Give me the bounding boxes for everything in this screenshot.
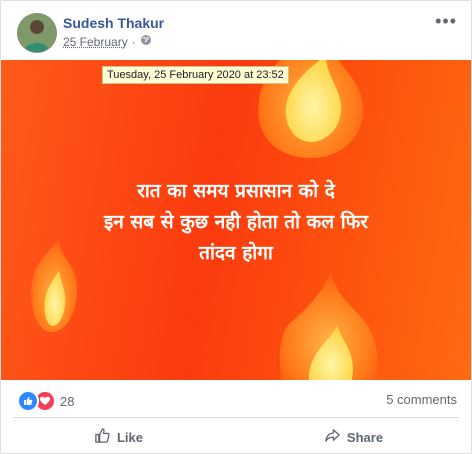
globe-icon (140, 34, 152, 49)
date-tooltip: Tuesday, 25 February 2020 at 23:52 (102, 66, 289, 84)
avatar[interactable] (17, 13, 57, 53)
action-bar: Like Share (1, 421, 471, 453)
more-dots-icon[interactable]: ••• (435, 11, 457, 32)
post-image[interactable]: रात का समय प्रसासान को दे इन सब से कुछ न… (1, 60, 471, 380)
reaction-count[interactable]: 28 (60, 394, 74, 409)
like-reaction-icon (17, 390, 39, 412)
thumbs-up-icon (94, 427, 111, 447)
post-meta: 25 February · (63, 34, 152, 49)
like-button[interactable]: Like (1, 421, 236, 453)
author-name[interactable]: Sudesh Thakur (63, 15, 164, 31)
comments-count[interactable]: 5 comments (386, 392, 457, 407)
post-text-line-2: इन सब से कुछ नही होता तो कल फिर (103, 211, 369, 233)
share-label: Share (346, 429, 384, 445)
post-text-line-3: तांदव होगा (199, 242, 273, 264)
date-separator: · (131, 34, 136, 49)
flame-bottom-right (279, 272, 378, 380)
post-header: Sudesh Thakur 25 February · ••• (1, 1, 471, 59)
post-date[interactable]: 25 February (63, 35, 128, 49)
post-card: Sudesh Thakur 25 February · ••• Tuesday,… (0, 0, 472, 454)
post-text-line-1: रात का समय प्रसासान को दे (137, 180, 335, 202)
reaction-summary[interactable]: 28 (17, 390, 74, 412)
share-arrow-icon (324, 427, 341, 447)
like-label: Like (116, 429, 143, 445)
divider (13, 417, 459, 418)
share-button[interactable]: Share (236, 421, 471, 453)
